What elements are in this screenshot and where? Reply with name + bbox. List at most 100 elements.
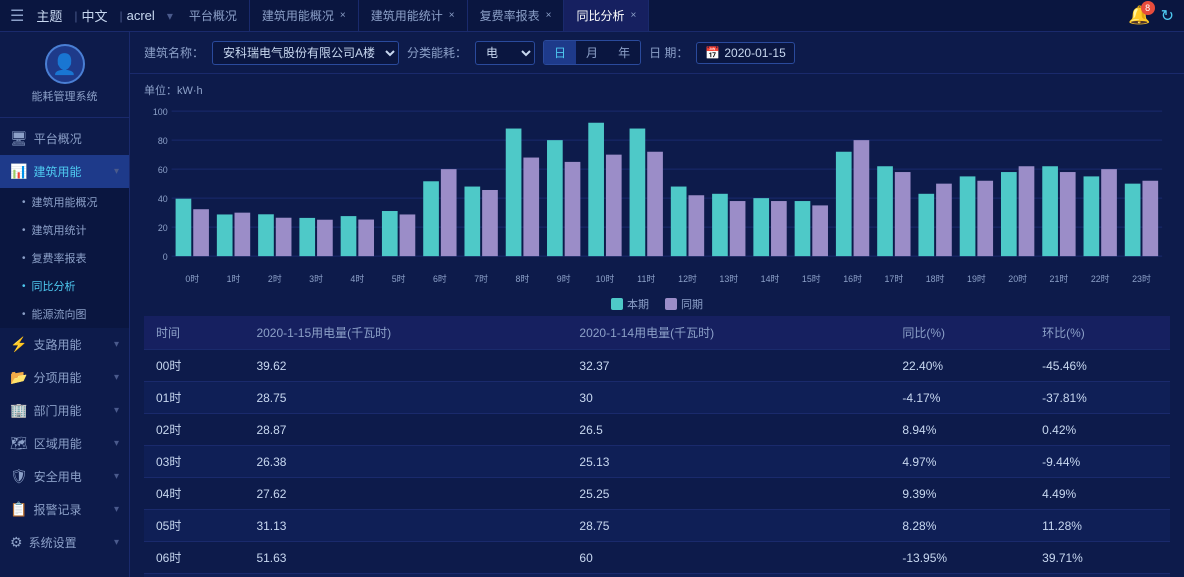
sidebar-label: 部门用能	[33, 402, 114, 419]
table-cell: 8.28%	[890, 510, 1030, 542]
svg-text:23时: 23时	[1132, 273, 1151, 284]
sidebar-icon: 🏢	[10, 402, 27, 419]
building-select[interactable]: 安科瑞电气股份有限公司A楼	[212, 41, 399, 65]
hamburger-icon[interactable]: ☰	[10, 6, 24, 26]
table-row: 01时28.7530-4.17%-37.81%	[144, 382, 1170, 414]
nav-tabs: 平台概况建筑用能概况×建筑用能统计×复费率报表×同比分析×	[177, 0, 1128, 31]
chevron-icon: ▾	[114, 504, 119, 515]
sidebar-item-区域用能[interactable]: 🗺 区域用能 ▾	[0, 427, 129, 460]
nav-tab[interactable]: 同比分析×	[564, 0, 649, 31]
table-cell: 02时	[144, 414, 244, 446]
svg-text:5时: 5时	[392, 273, 406, 284]
avatar: 👤	[45, 44, 85, 84]
sidebar-item-分项用能[interactable]: 📂 分项用能 ▾	[0, 361, 129, 394]
chevron-icon: ▾	[114, 166, 119, 177]
nav-tab[interactable]: 建筑用能概况×	[250, 0, 359, 31]
table-cell: 03时	[144, 446, 244, 478]
table-cell: -45.46%	[1030, 350, 1170, 382]
calendar-icon: 📅	[705, 46, 720, 60]
sidebar-label: 建筑用能	[33, 163, 114, 180]
svg-text:40: 40	[158, 194, 168, 204]
date-display[interactable]: 📅 2020-01-15	[696, 42, 794, 64]
refresh-icon[interactable]: ↻	[1161, 6, 1174, 26]
month-btn[interactable]: 月	[576, 41, 608, 64]
table-header: 同比(%)	[890, 316, 1030, 350]
table-cell: -13.95%	[890, 542, 1030, 574]
sidebar-item-系统设置[interactable]: ⚙ 系统设置 ▾	[0, 526, 129, 559]
svg-text:0: 0	[163, 252, 168, 262]
chart-container: 0204060801000时1时2时3时4时5时6时7时8时9时10时11时12…	[144, 102, 1170, 292]
table-cell: 05时	[144, 510, 244, 542]
sidebar-subitem-能源流向图[interactable]: 能源流向图	[0, 300, 129, 328]
table-cell: 26.5	[567, 414, 890, 446]
sidebar-item-支路用能[interactable]: ⚡ 支路用能 ▾	[0, 328, 129, 361]
table-cell: 45.63	[567, 574, 890, 577]
sidebar-icon: 📊	[10, 163, 27, 180]
svg-text:11时: 11时	[637, 273, 655, 284]
nav-tab[interactable]: 平台概况	[177, 0, 250, 31]
table-row: 04时27.6225.259.39%4.49%	[144, 478, 1170, 510]
lang-label[interactable]: 中文	[81, 6, 107, 25]
svg-text:7时: 7时	[474, 273, 488, 284]
close-tab-icon[interactable]: ×	[630, 10, 636, 21]
table-header: 时间	[144, 316, 244, 350]
year-btn[interactable]: 年	[608, 41, 640, 64]
sidebar-subitem-同比分析[interactable]: 同比分析	[0, 272, 129, 300]
sidebar-subitem-复费率报表[interactable]: 复费率报表	[0, 244, 129, 272]
close-tab-icon[interactable]: ×	[449, 10, 455, 21]
svg-text:80: 80	[158, 136, 168, 146]
user-dropdown-icon[interactable]: ▾	[167, 9, 173, 23]
svg-text:2时: 2时	[268, 273, 282, 284]
legend-color	[665, 298, 677, 310]
table-cell: 06时	[144, 542, 244, 574]
sidebar-item-建筑用能[interactable]: 📊 建筑用能 ▾	[0, 155, 129, 188]
table-header: 2020-1-14用电量(千瓦时)	[567, 316, 890, 350]
table-cell: 39.71%	[1030, 542, 1170, 574]
svg-text:15时: 15时	[802, 273, 821, 284]
sidebar-item-部门用能[interactable]: 🏢 部门用能 ▾	[0, 394, 129, 427]
table-row: 03时26.3825.134.97%-9.44%	[144, 446, 1170, 478]
nav-tab[interactable]: 建筑用能统计×	[359, 0, 468, 31]
notification-icon[interactable]: 🔔 8	[1128, 5, 1150, 26]
sidebar-item-平台概况[interactable]: 🖥 平台概况	[0, 122, 129, 155]
svg-text:4时: 4时	[350, 273, 364, 284]
svg-text:0时: 0时	[185, 273, 199, 284]
table-cell: 0.42%	[1030, 414, 1170, 446]
table-cell: 4.49%	[1030, 478, 1170, 510]
svg-text:8时: 8时	[516, 273, 530, 284]
table-cell: -9.44%	[1030, 446, 1170, 478]
svg-text:21时: 21时	[1050, 273, 1069, 284]
svg-text:9时: 9时	[557, 273, 571, 284]
table-cell: 22.40%	[890, 350, 1030, 382]
sidebar-label: 分项用能	[33, 369, 114, 386]
table-cell: 11.28%	[1030, 510, 1170, 542]
sidebar-label: 报警记录	[33, 501, 114, 518]
table-cell: 30	[567, 382, 890, 414]
sidebar-subitem-建筑用统计[interactable]: 建筑用统计	[0, 216, 129, 244]
table-cell: 51.63	[244, 542, 567, 574]
sidebar-item-安全用电[interactable]: 🛡 安全用电 ▾	[0, 460, 129, 493]
nav-tab[interactable]: 复费率报表×	[468, 0, 565, 31]
table-cell: -4.17%	[890, 382, 1030, 414]
table-cell: -37.81%	[1030, 382, 1170, 414]
day-btn[interactable]: 日	[544, 41, 576, 64]
sidebar-subitem-建筑用能概况[interactable]: 建筑用能概况	[0, 188, 129, 216]
app-name: 能耗管理系统	[32, 90, 98, 105]
main-content: 建筑名称： 安科瑞电气股份有限公司A楼 分类能耗： 电 日 月 年 日 期： 📅…	[130, 32, 1184, 577]
close-tab-icon[interactable]: ×	[546, 10, 552, 21]
user-label: acrel	[127, 8, 155, 23]
table-cell: 00时	[144, 350, 244, 382]
table-header: 环比(%)	[1030, 316, 1170, 350]
sidebar-label: 支路用能	[33, 336, 114, 353]
table-row: 02时28.8726.58.94%0.42%	[144, 414, 1170, 446]
legend-label: 同期	[681, 296, 703, 312]
close-tab-icon[interactable]: ×	[340, 10, 346, 21]
svg-text:1时: 1时	[227, 273, 241, 284]
table-row: 07时4845.635.19%-7.56%	[144, 574, 1170, 577]
legend-label: 本期	[627, 296, 649, 312]
svg-text:16时: 16时	[843, 273, 862, 284]
sidebar-item-报警记录[interactable]: 📋 报警记录 ▾	[0, 493, 129, 526]
category-select[interactable]: 电	[475, 41, 535, 65]
sidebar-icon: ⚡	[10, 336, 27, 353]
nav-divider: |	[74, 9, 77, 23]
